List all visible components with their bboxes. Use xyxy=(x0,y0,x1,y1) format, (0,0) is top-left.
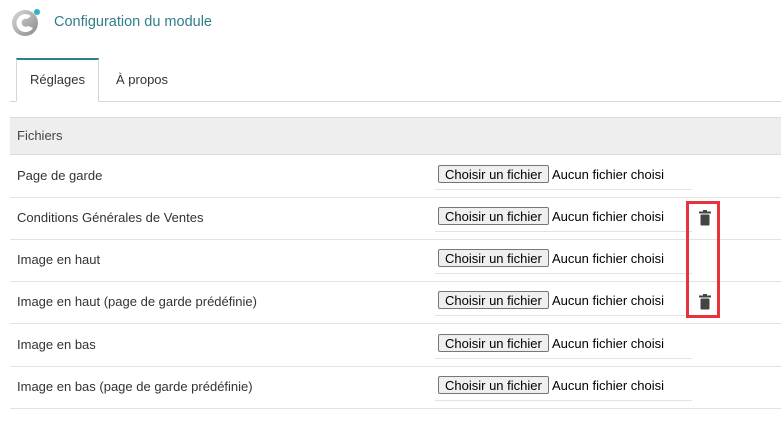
file-row-image-en-haut: Image en haut Choisir un fichier Aucun f… xyxy=(10,240,781,282)
section-title: Fichiers xyxy=(17,128,63,143)
section-header: Fichiers xyxy=(10,117,781,155)
row-label: Image en bas (page de garde prédéfinie) xyxy=(17,379,253,394)
file-status: Aucun fichier choisi xyxy=(552,251,664,266)
file-input: Choisir un fichier Aucun fichier choisi xyxy=(435,206,692,232)
row-label: Conditions Générales de Ventes xyxy=(17,210,204,225)
file-input: Choisir un fichier Aucun fichier choisi xyxy=(435,375,692,401)
highlight-box xyxy=(686,201,720,318)
file-row-page-de-garde: Page de garde Choisir un fichier Aucun f… xyxy=(10,156,781,198)
file-input: Choisir un fichier Aucun fichier choisi xyxy=(435,164,692,190)
tab-a-propos[interactable]: À propos xyxy=(116,58,168,101)
file-input: Choisir un fichier Aucun fichier choisi xyxy=(435,290,692,316)
choose-file-button[interactable]: Choisir un fichier xyxy=(438,165,549,183)
tab-reglages[interactable]: Réglages xyxy=(16,58,99,102)
module-header: Configuration du module xyxy=(0,0,781,45)
row-label: Image en bas xyxy=(17,337,96,352)
row-label: Image en haut (page de garde prédéfinie) xyxy=(17,294,257,309)
file-row-cgv: Conditions Générales de Ventes Choisir u… xyxy=(10,198,781,240)
file-row-image-en-bas: Image en bas Choisir un fichier Aucun fi… xyxy=(10,325,781,367)
choose-file-button[interactable]: Choisir un fichier xyxy=(438,291,549,309)
choose-file-button[interactable]: Choisir un fichier xyxy=(438,249,549,267)
file-status: Aucun fichier choisi xyxy=(552,293,664,308)
row-label: Page de garde xyxy=(17,168,103,183)
choose-file-button[interactable]: Choisir un fichier xyxy=(438,376,549,394)
file-status: Aucun fichier choisi xyxy=(552,378,664,393)
tab-bar: Réglages À propos xyxy=(10,58,781,102)
file-input: Choisir un fichier Aucun fichier choisi xyxy=(435,333,692,359)
file-row-image-en-haut-predefinie: Image en haut (page de garde prédéfinie)… xyxy=(10,282,781,324)
file-input: Choisir un fichier Aucun fichier choisi xyxy=(435,248,692,274)
choose-file-button[interactable]: Choisir un fichier xyxy=(438,334,549,352)
file-status: Aucun fichier choisi xyxy=(552,209,664,224)
file-status: Aucun fichier choisi xyxy=(552,167,664,182)
file-row-image-en-bas-predefinie: Image en bas (page de garde prédéfinie) … xyxy=(10,367,781,409)
row-label: Image en haut xyxy=(17,252,101,267)
file-status: Aucun fichier choisi xyxy=(552,336,664,351)
module-logo-icon xyxy=(12,9,40,36)
page-title: Configuration du module xyxy=(54,14,212,30)
choose-file-button[interactable]: Choisir un fichier xyxy=(438,207,549,225)
